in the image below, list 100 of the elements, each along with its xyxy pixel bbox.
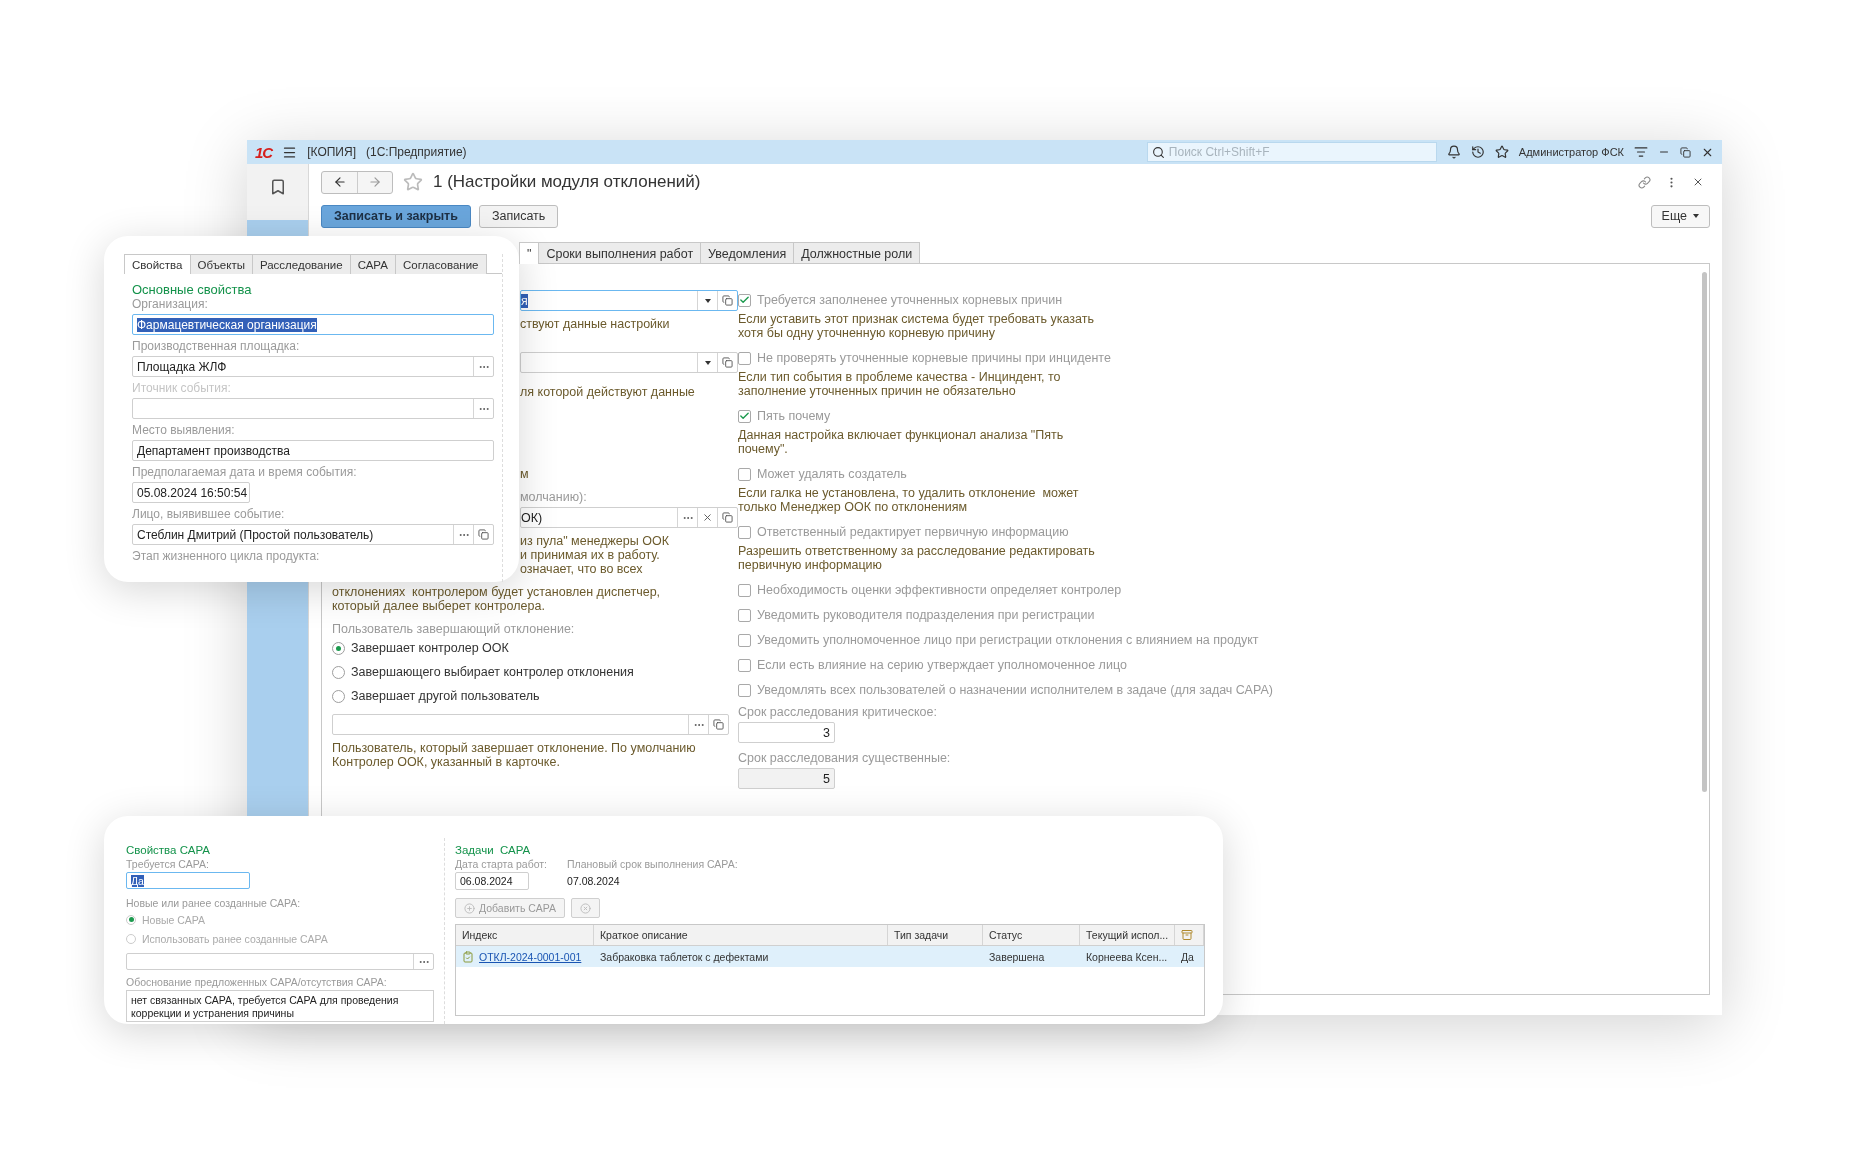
- option-label: Необходимость оценки эффективности определяет контролер: [757, 583, 1122, 597]
- star-icon[interactable]: [403, 172, 423, 192]
- tab[interactable]: Свойства: [124, 254, 191, 274]
- radio-option[interactable]: Завершающего выбирает контролер отклонения: [332, 660, 738, 684]
- input-field[interactable]: Фармацевтическая организация: [132, 314, 494, 335]
- option-label: Новые САРА: [142, 913, 205, 926]
- checkbox[interactable]: [738, 525, 751, 539]
- date-field[interactable]: 05.08.2024 16:50:54: [132, 482, 250, 503]
- bell-icon[interactable]: [1446, 145, 1461, 159]
- column-header: Статус: [983, 925, 1080, 945]
- input-field[interactable]: Стеблин Дмитрий (Простой пользователь): [132, 524, 494, 545]
- star-icon[interactable]: [1494, 145, 1509, 159]
- hint-text: м: [520, 467, 530, 481]
- field-label: Этап жизненного цикла продукта:: [132, 549, 321, 563]
- tab[interactable]: Должностные роли: [793, 242, 921, 264]
- field-label: молчанию):: [520, 490, 588, 504]
- checkbox[interactable]: [738, 683, 751, 697]
- tab[interactable]: САРА: [349, 254, 396, 274]
- checkbox[interactable]: [738, 467, 751, 481]
- radio-option[interactable]: Завершает другой пользователь: [332, 684, 738, 708]
- field-label: Обоснование предложенных САРА/отсутствия САРА:: [126, 976, 388, 988]
- checkbox[interactable]: [738, 351, 751, 365]
- checkbox[interactable]: [738, 608, 751, 622]
- radio-option[interactable]: Завершает контролер ООК: [332, 636, 738, 660]
- radio-button[interactable]: [332, 689, 345, 703]
- hint-text: Если тип события в проблеме качества - Инциндент, то заполнение уточненных причин не обязательно: [738, 370, 1062, 398]
- checkbox[interactable]: [738, 633, 751, 647]
- radio-button[interactable]: [332, 641, 345, 655]
- tab[interactable]: Согласование: [394, 254, 487, 274]
- form-title: 1 (Настройки модуля отклонений): [433, 172, 701, 192]
- input-field[interactable]: Департамент производства: [132, 440, 494, 461]
- delete-button[interactable]: [571, 898, 600, 918]
- tab[interactable]: Объекты: [189, 254, 253, 274]
- filter-icon[interactable]: [1634, 145, 1648, 159]
- checkbox[interactable]: [738, 583, 751, 597]
- tab[interactable]: Расследование: [251, 254, 351, 274]
- record-link[interactable]: ОТКЛ-2024-0001-001: [479, 950, 582, 963]
- column-header: Индекс: [456, 925, 594, 945]
- close-icon[interactable]: [1692, 176, 1704, 188]
- tab[interactable]: Уведомления: [700, 242, 795, 264]
- scrollbar[interactable]: [1702, 272, 1707, 792]
- history-icon[interactable]: [1470, 145, 1485, 159]
- input-field[interactable]: [332, 714, 729, 735]
- date-field[interactable]: 06.08.2024: [455, 872, 529, 890]
- field-label: Иточник события:: [132, 381, 232, 395]
- field-label: Производственная площадка:: [132, 339, 301, 353]
- more-button[interactable]: Еще: [1650, 204, 1710, 228]
- field-label: Дата старта работ:: [455, 858, 548, 870]
- hint-text: Если галка не установлена, то удалить отклонение может только Менеджер ООК по отклонениям: [738, 486, 1080, 514]
- text-area[interactable]: нет связанных САРА, требуется САРА для проведения коррекции и устранения причины: [126, 990, 434, 1022]
- dropdown-icon: [1693, 214, 1699, 218]
- restore-icon[interactable]: [1680, 146, 1691, 158]
- hint-text: Данная настройка включает функционал анализа "Пять почему".: [738, 428, 1065, 456]
- copy-icon: [478, 529, 489, 540]
- field-label: Место выявления:: [132, 423, 236, 437]
- checkbox[interactable]: [738, 409, 751, 423]
- input-field[interactable]: я: [520, 290, 738, 311]
- radio-button[interactable]: [126, 933, 136, 944]
- plus-circle-icon: [464, 902, 475, 914]
- copy-icon: [722, 512, 733, 523]
- input-field[interactable]: Площадка ЖЛФ: [132, 356, 494, 377]
- save-close-button[interactable]: Записать и закрыть: [321, 204, 471, 228]
- checkbox[interactable]: [738, 658, 751, 672]
- field-label: Требуется САРА:: [126, 858, 210, 870]
- input-field[interactable]: [126, 953, 434, 970]
- number-field[interactable]: 3: [738, 722, 835, 743]
- input-field[interactable]: Да: [126, 872, 250, 889]
- user-name[interactable]: Администратор ФСК: [1518, 146, 1624, 158]
- input-field[interactable]: [132, 398, 494, 419]
- column-header: Тип задачи: [888, 925, 983, 945]
- option-label: Может удалять создатель: [757, 467, 907, 481]
- option-label: Требуется заполненее уточненных корневых причин: [757, 293, 1063, 307]
- menu-icon[interactable]: [282, 144, 298, 160]
- column-header: Текущий испол...: [1080, 925, 1175, 945]
- option-label: Завершает другой пользователь: [351, 689, 540, 703]
- field-label: Пользователь завершающий отклонение:: [332, 622, 576, 636]
- radio-button[interactable]: [332, 665, 345, 679]
- option-label: Завершает контролер ООК: [351, 641, 509, 655]
- link-icon[interactable]: [1638, 175, 1651, 189]
- hint-text: означает, что во всех: [520, 562, 644, 576]
- checkbox[interactable]: [738, 293, 751, 307]
- save-button[interactable]: Записать: [478, 204, 559, 228]
- option-label: Ответственный редактирует первичную информацию: [757, 525, 1069, 539]
- option-label: Не проверять уточненные корневые причины при инциденте: [757, 351, 1111, 365]
- hint-text: Если уставить этот признак система будет требовать указать хотя бы одну уточненную корневую причину: [738, 312, 1095, 340]
- copy-icon: [713, 719, 724, 730]
- input-field[interactable]: [520, 352, 738, 373]
- tab[interactable]: ": [519, 242, 540, 264]
- tab[interactable]: Сроки выполнения работ: [538, 242, 702, 264]
- document-icon: [462, 950, 474, 963]
- close-icon: [702, 512, 713, 523]
- hint-text: ствуют данные настройки: [520, 317, 671, 331]
- radio-button[interactable]: [126, 914, 136, 925]
- field-label: Плановый срок выполнения САРА:: [567, 858, 738, 870]
- option-label: Если есть влияние на серию утверждает уполномоченное лицо: [757, 658, 1127, 672]
- input-field[interactable]: ОК): [520, 507, 738, 528]
- field-value: 07.08.2024: [567, 874, 621, 889]
- table-row[interactable]: ОТКЛ-2024-0001-001 Забраковка таблеток с дефектами Завершена Корнеева Ксен... Да: [456, 946, 1204, 967]
- field-label: Лицо, выявившее событие:: [132, 507, 286, 521]
- app-name: (1С:Предприятие): [365, 145, 467, 159]
